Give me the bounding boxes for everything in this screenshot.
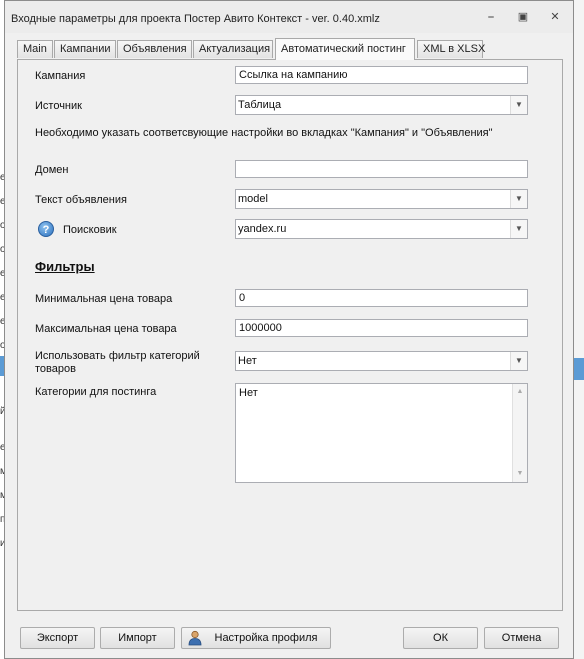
title-bar[interactable]: Входные параметры для проекта Постер Ави… [5, 1, 573, 33]
category-filter-select[interactable]: Нет ▼ [235, 351, 528, 371]
ad-text-label: Текст объявления [35, 194, 127, 206]
source-select[interactable]: Таблица ▼ [235, 95, 528, 115]
domain-field[interactable] [235, 160, 528, 178]
campaign-field[interactable]: Ссылка на кампанию [235, 66, 528, 84]
profile-settings-button[interactable]: Настройка профиля [181, 627, 331, 649]
profile-settings-label: Настройка профиля [214, 632, 318, 644]
close-icon[interactable]: ✕ [548, 11, 562, 23]
posting-categories-value: Нет [239, 387, 258, 399]
search-engine-label: Поисковик [63, 224, 117, 236]
category-filter-label: Использовать фильтр категорий [35, 350, 200, 362]
tab-xml-to-xlsx[interactable]: XML в XLSX [417, 40, 485, 58]
user-icon [188, 630, 202, 646]
cancel-button[interactable]: Отмена [484, 627, 559, 649]
parameters-dialog: Входные параметры для проекта Постер Ави… [4, 0, 574, 659]
domain-label: Домен [35, 164, 69, 176]
chevron-down-icon[interactable]: ▼ [510, 220, 527, 238]
window-title: Входные параметры для проекта Постер Ави… [11, 13, 380, 25]
search-engine-select[interactable]: yandex.ru ▼ [235, 219, 528, 239]
source-label: Источник [35, 100, 82, 112]
search-engine-select-value: yandex.ru [238, 223, 287, 235]
help-icon[interactable]: ? [38, 221, 54, 237]
export-button[interactable]: Экспорт [20, 627, 95, 649]
scroll-down-icon[interactable]: ▼ [513, 468, 527, 480]
import-button[interactable]: Импорт [100, 627, 175, 649]
tab-auto-posting[interactable]: Автоматический постинг [275, 38, 415, 60]
filters-heading: Фильтры [35, 259, 95, 274]
max-price-label: Максимальная цена товара [35, 323, 177, 335]
tab-ads[interactable]: Объявления [117, 40, 192, 58]
chevron-down-icon[interactable]: ▼ [510, 96, 527, 114]
category-filter-label-line2: товаров [35, 363, 76, 375]
tab-actualization[interactable]: Актуализация [193, 40, 273, 58]
min-price-label: Минимальная цена товара [35, 293, 173, 305]
settings-note: Необходимо указать соответсвующие настро… [35, 127, 493, 139]
chevron-down-icon[interactable]: ▼ [510, 352, 527, 370]
posting-categories-label: Категории для постинга [35, 386, 157, 398]
posting-categories-textarea[interactable]: Нет ▲ ▼ [235, 383, 528, 483]
campaign-label: Кампания [35, 70, 86, 82]
ad-text-select-value: model [238, 193, 268, 205]
ad-text-select[interactable]: model ▼ [235, 189, 528, 209]
source-select-value: Таблица [238, 99, 282, 111]
textarea-scrollbar[interactable]: ▲ ▼ [512, 384, 527, 482]
max-price-field[interactable]: 1000000 [235, 319, 528, 337]
tab-main[interactable]: Main [17, 40, 53, 58]
min-price-field[interactable]: 0 [235, 289, 528, 307]
chevron-down-icon[interactable]: ▼ [510, 190, 527, 208]
maximize-icon[interactable]: ▣ [516, 11, 530, 23]
category-filter-select-value: Нет [238, 355, 257, 367]
ok-button[interactable]: ОК [403, 627, 478, 649]
scroll-up-icon[interactable]: ▲ [513, 386, 527, 398]
minimize-icon[interactable]: ⎯ [484, 11, 498, 23]
tab-campaigns[interactable]: Кампании [54, 40, 116, 58]
